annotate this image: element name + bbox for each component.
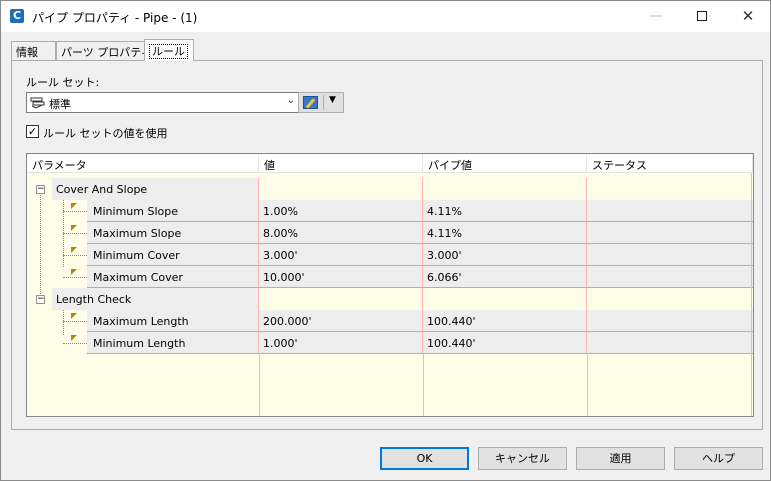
parameter-cell: Maximum Length bbox=[87, 310, 259, 332]
category-name: Length Check bbox=[52, 288, 259, 310]
table-row[interactable]: Maximum Cover 10.000' 6.066' bbox=[27, 266, 753, 288]
rule-flag-icon bbox=[71, 269, 78, 276]
edit-ruleset-button[interactable]: ▼ bbox=[298, 92, 344, 113]
grid-cell bbox=[587, 288, 753, 310]
civil3d-app-icon: C bbox=[10, 9, 24, 23]
close-icon: ✕ bbox=[741, 7, 755, 25]
ruleset-dropdown[interactable]: 標準 ⌄ bbox=[26, 92, 302, 113]
ruleset-style-icon bbox=[30, 97, 45, 109]
parameter-cell: Minimum Length bbox=[87, 332, 259, 354]
column-divider bbox=[751, 173, 752, 416]
close-button[interactable]: ✕ bbox=[725, 1, 771, 32]
pipe-value-cell: 6.066' bbox=[423, 266, 587, 288]
category-label: Length Check bbox=[56, 293, 132, 306]
category-row[interactable]: − Length Check bbox=[27, 288, 753, 310]
use-ruleset-values-checkbox[interactable]: ✓ bbox=[26, 125, 39, 138]
parameter-cell: Minimum Cover bbox=[87, 244, 259, 266]
grid-header: パラメータ 値 パイプ値 ステータス bbox=[27, 154, 753, 173]
rule-flag-icon bbox=[71, 203, 78, 210]
rule-flag-icon bbox=[71, 335, 78, 342]
column-divider bbox=[259, 354, 260, 416]
collapse-icon[interactable]: − bbox=[36, 295, 45, 304]
column-divider bbox=[423, 354, 424, 416]
window-title: パイプ プロパティ - Pipe - (1) bbox=[32, 11, 198, 25]
tab-parts-properties-label: パーツ プロパティ bbox=[61, 46, 152, 59]
value-cell[interactable]: 1.00% bbox=[259, 200, 423, 222]
status-cell bbox=[587, 332, 753, 354]
status-cell bbox=[587, 310, 753, 332]
pipe-value-cell: 4.11% bbox=[423, 200, 587, 222]
ok-button[interactable]: OK bbox=[380, 447, 469, 470]
minimize-icon: — bbox=[649, 8, 663, 24]
rule-flag-icon bbox=[71, 225, 78, 232]
column-header-status[interactable]: ステータス bbox=[587, 154, 753, 173]
parameter-cell: Maximum Cover bbox=[87, 266, 259, 288]
value-cell[interactable]: 1.000' bbox=[259, 332, 423, 354]
status-cell bbox=[587, 200, 753, 222]
rules-grid: パラメータ 値 パイプ値 ステータス − Cover And Slope Min… bbox=[26, 153, 754, 417]
ruleset-selected-value: 標準 bbox=[49, 98, 71, 111]
grid-cell bbox=[259, 288, 423, 310]
tab-parts-properties[interactable]: パーツ プロパティ bbox=[56, 41, 152, 60]
pipe-value-cell: 3.000' bbox=[423, 244, 587, 266]
status-cell bbox=[587, 266, 753, 288]
table-row[interactable]: Minimum Cover 3.000' 3.000' bbox=[27, 244, 753, 266]
pipe-value-cell: 4.11% bbox=[423, 222, 587, 244]
grid-cell bbox=[259, 178, 423, 200]
status-cell bbox=[587, 222, 753, 244]
apply-button[interactable]: 適用 bbox=[576, 447, 665, 470]
pipe-properties-dialog: C パイプ プロパティ - Pipe - (1) — ✕ 情報 パーツ プロパテ… bbox=[0, 0, 771, 481]
tab-rules-label: ルール bbox=[149, 44, 188, 59]
value-cell[interactable]: 8.00% bbox=[259, 222, 423, 244]
column-header-value[interactable]: 値 bbox=[259, 154, 423, 173]
table-row[interactable]: Minimum Length 1.000' 100.440' bbox=[27, 332, 753, 354]
dropdown-arrow-icon[interactable]: ▼ bbox=[329, 95, 336, 105]
grid-cell bbox=[587, 178, 753, 200]
use-ruleset-values-label: ルール セットの値を使用 bbox=[43, 127, 168, 140]
value-cell[interactable]: 10.000' bbox=[259, 266, 423, 288]
maximize-icon bbox=[697, 11, 707, 21]
value-cell[interactable]: 200.000' bbox=[259, 310, 423, 332]
table-row[interactable]: Maximum Slope 8.00% 4.11% bbox=[27, 222, 753, 244]
minimize-button[interactable]: — bbox=[633, 1, 679, 32]
cancel-button[interactable]: キャンセル bbox=[478, 447, 567, 470]
value-cell[interactable]: 3.000' bbox=[259, 244, 423, 266]
tab-info-label: 情報 bbox=[16, 46, 38, 59]
button-separator bbox=[323, 95, 324, 110]
tab-info[interactable]: 情報 bbox=[11, 41, 56, 60]
status-cell bbox=[587, 244, 753, 266]
category-label: Cover And Slope bbox=[56, 183, 148, 196]
parameter-cell: Maximum Slope bbox=[87, 222, 259, 244]
title-bar: C パイプ プロパティ - Pipe - (1) — ✕ bbox=[1, 1, 770, 32]
column-divider bbox=[587, 354, 588, 416]
pipe-value-cell: 100.440' bbox=[423, 332, 587, 354]
edit-style-icon bbox=[303, 96, 318, 109]
category-name: Cover And Slope bbox=[52, 178, 259, 200]
rule-flag-icon bbox=[71, 247, 78, 254]
category-row[interactable]: − Cover And Slope bbox=[27, 178, 753, 200]
column-header-parameter[interactable]: パラメータ bbox=[27, 154, 259, 173]
pipe-value-cell: 100.440' bbox=[423, 310, 587, 332]
column-header-pipe-value[interactable]: パイプ値 bbox=[423, 154, 587, 173]
collapse-icon[interactable]: − bbox=[36, 185, 45, 194]
chevron-down-icon: ⌄ bbox=[286, 95, 295, 106]
rule-flag-icon bbox=[71, 313, 78, 320]
parameter-cell: Minimum Slope bbox=[87, 200, 259, 222]
table-row[interactable]: Maximum Length 200.000' 100.440' bbox=[27, 310, 753, 332]
ruleset-label: ルール セット: bbox=[26, 76, 100, 89]
help-button[interactable]: ヘルプ bbox=[674, 447, 763, 470]
table-row[interactable]: Minimum Slope 1.00% 4.11% bbox=[27, 200, 753, 222]
rules-panel: ルール セット: 標準 ⌄ ▼ ✓ ルール セットの値を使用 パラメータ 値 パ… bbox=[11, 60, 763, 430]
maximize-button[interactable] bbox=[679, 1, 725, 32]
grid-cell bbox=[423, 288, 587, 310]
grid-cell bbox=[423, 178, 587, 200]
tab-rules[interactable]: ルール bbox=[144, 39, 194, 61]
